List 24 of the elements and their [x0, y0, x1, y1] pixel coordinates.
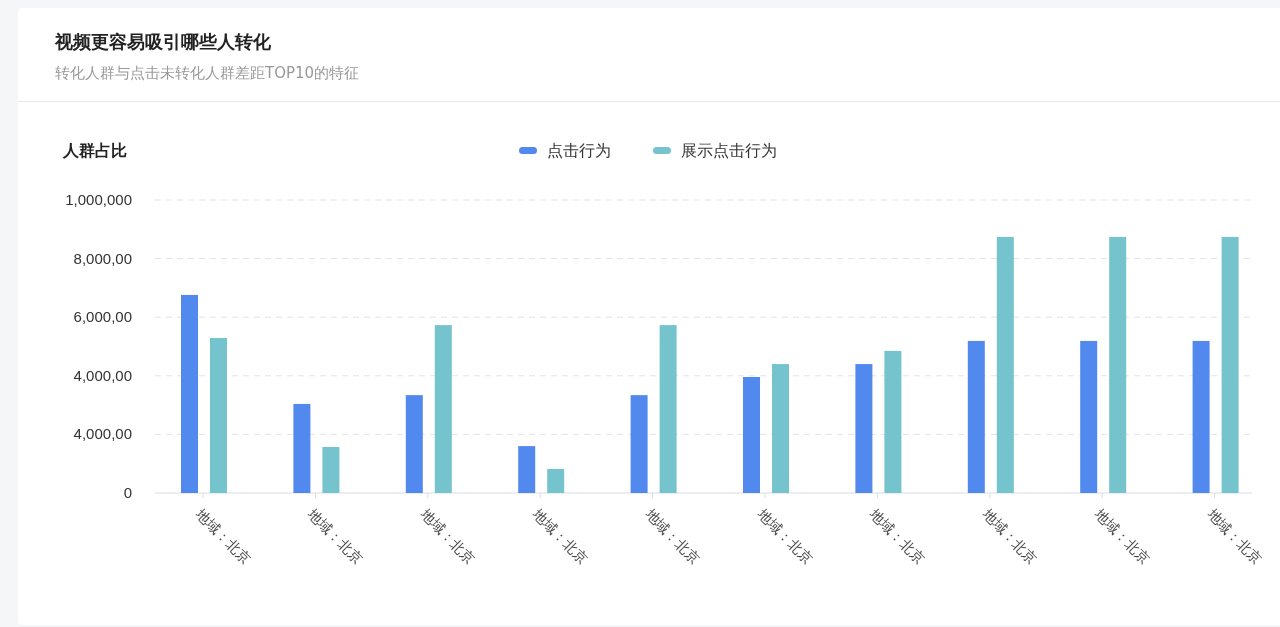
x-tick-label: 地域：北京 [305, 505, 367, 567]
y-tick-label: 6,000,00 [73, 308, 132, 326]
y-tick-label: 1,000,000 [65, 191, 132, 208]
y-tick-label: 4,000,00 [73, 366, 132, 384]
card-subtitle: 转化人群与点击未转化人群差距TOP10的特征 [55, 64, 361, 83]
x-tick-label: 地域：北京 [530, 505, 591, 567]
y-tick-label: 4,000,00 [73, 425, 132, 443]
y-axis-title: 人群占比 [63, 141, 127, 160]
y-tick-label: 0 [123, 484, 132, 501]
legend-label: 点击行为 [547, 141, 611, 160]
bar [518, 446, 536, 493]
legend-label: 展示点击行为 [681, 141, 777, 160]
x-tick-label: 地域：北京 [417, 505, 479, 567]
x-tick-label: 地域：北京 [867, 505, 929, 567]
x-tick-label: 地域：北京 [1204, 505, 1266, 567]
x-tick-label: 地域：北京 [1092, 505, 1153, 567]
bar [547, 468, 565, 493]
x-tick-label: 地域：北京 [754, 505, 816, 567]
x-tick-label: 地域：北京 [192, 505, 254, 567]
x-tick-label: 地域：北京 [979, 505, 1041, 567]
x-tick-label: 地域：北京 [642, 505, 704, 567]
card-title: 视频更容易吸引哪些人转化 [55, 30, 272, 54]
bar [322, 447, 340, 493]
y-tick-label: 8,000,00 [73, 249, 132, 267]
